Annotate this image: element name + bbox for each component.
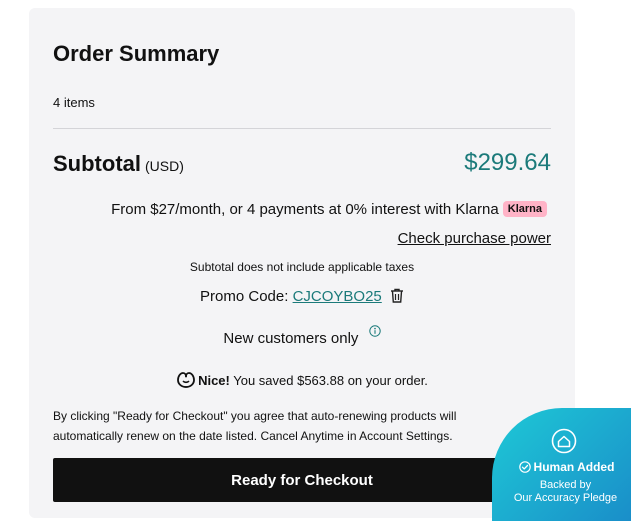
klarna-financing-row: From $27/month, or 4 payments at 0% inte… — [111, 201, 547, 218]
pledge-logo-icon — [551, 428, 577, 454]
godaddy-logo-icon — [176, 371, 196, 389]
check-icon — [518, 461, 531, 473]
new-customers-note: New customers only — [53, 324, 551, 347]
subtotal-label: Subtotal (USD) — [53, 151, 184, 177]
subtotal-currency: (USD) — [145, 158, 184, 174]
pledge-title: Human Added — [492, 460, 631, 474]
pledge-title-text: Human Added — [533, 460, 615, 474]
auto-renew-terms: By clicking "Ready for Checkout" you agr… — [53, 409, 457, 443]
divider — [53, 128, 551, 129]
subtotal-row: Subtotal (USD) $299.64 — [53, 149, 551, 181]
promo-code-row: Promo Code: CJCOYBO25 — [53, 288, 551, 305]
items-count: 4 items — [53, 95, 95, 110]
info-icon[interactable] — [368, 324, 381, 337]
trash-icon[interactable] — [390, 288, 404, 303]
subtotal-value: $299.64 — [464, 149, 551, 176]
page-title: Order Summary — [53, 41, 220, 66]
klarna-text: From $27/month, or 4 payments at 0% inte… — [111, 201, 499, 218]
check-purchase-power-link[interactable]: Check purchase power — [398, 230, 551, 247]
order-summary-card: Order Summary 4 items Subtotal (USD) $299… — [29, 8, 575, 518]
pledge-subtitle: Backed by Our Accuracy Pledge — [492, 479, 631, 505]
klarna-badge: Klarna — [502, 201, 547, 217]
new-customers-text: New customers only — [223, 330, 359, 347]
pledge-line-2: Our Accuracy Pledge — [513, 492, 618, 504]
tax-note: Subtotal does not include applicable tax… — [189, 260, 415, 274]
pledge-line-1: Backed by — [539, 479, 592, 491]
ready-for-checkout-button[interactable]: Ready for Checkout — [53, 458, 551, 502]
order-summary-content: Order Summary 4 items Subtotal (USD) $299… — [53, 8, 551, 518]
savings-row: Nice! You saved $563.88 on your order. — [53, 371, 551, 389]
savings-text: You saved $563.88 on your order. — [233, 373, 428, 388]
promo-label: Promo Code: — [200, 288, 289, 305]
promo-code-link[interactable]: CJCOYBO25 — [293, 288, 382, 305]
savings-nice: Nice! — [198, 373, 230, 388]
subtotal-label-text: Subtotal — [53, 151, 141, 176]
